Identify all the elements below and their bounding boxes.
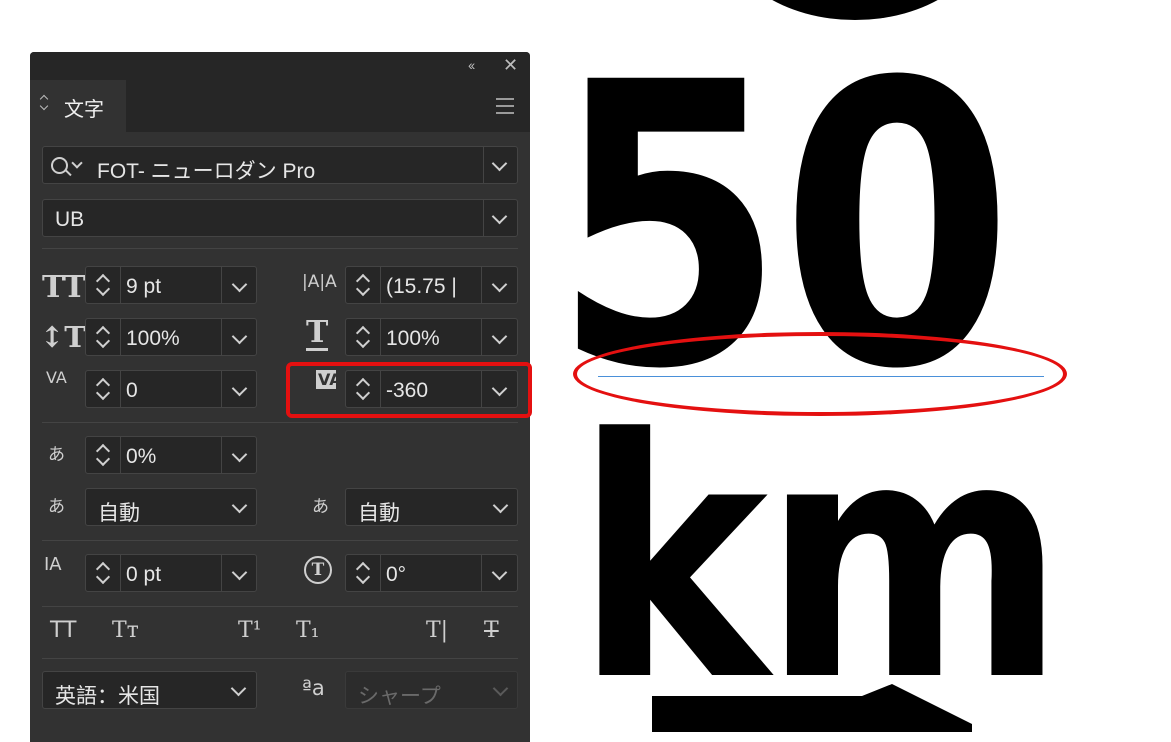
chevron-down-icon[interactable] [231, 380, 248, 397]
baseline-shift-value[interactable]: 0 pt [126, 563, 216, 587]
stepper[interactable] [346, 555, 381, 591]
antialias-icon: ªa [302, 676, 325, 700]
stepper[interactable] [86, 371, 121, 407]
close-icon[interactable]: ✕ [503, 55, 518, 76]
chevron-down-icon[interactable] [231, 276, 248, 293]
strikethrough-button[interactable]: T [484, 618, 499, 643]
underline-button[interactable]: T| [426, 618, 448, 643]
subscript-button[interactable]: T₁ [296, 618, 320, 643]
separator [481, 319, 482, 355]
aki-left-icon: あ [48, 497, 65, 517]
divider [42, 248, 518, 249]
separator [481, 555, 482, 591]
font-style-value: UB [55, 208, 85, 231]
tab-expand-icon[interactable] [39, 94, 49, 111]
chevron-down-icon [492, 680, 509, 697]
font-size-value[interactable]: 9 pt [126, 275, 216, 299]
horizontal-scale-field[interactable]: 100% [345, 318, 518, 356]
font-family-value: FOT- ニューロダン Pro [97, 160, 316, 183]
chevron-down-icon[interactable] [491, 564, 508, 581]
leading-icon: |A|A [302, 272, 337, 292]
baseline-shift-field[interactable]: 0 pt [85, 554, 257, 592]
superscript-button[interactable]: T¹ [238, 618, 262, 643]
tsume-icon: あ [48, 445, 65, 465]
stepper[interactable] [86, 319, 121, 355]
chevron-down-icon [492, 497, 509, 514]
tab-label: 文字 [64, 99, 104, 121]
rotation-value[interactable]: 0° [386, 563, 476, 587]
search-icon [51, 157, 68, 174]
aki-right-icon: あ [312, 497, 329, 517]
chevron-down-icon [71, 157, 83, 169]
chevron-down-icon [491, 155, 508, 172]
annotation-highlight-box [286, 362, 532, 418]
chevron-down-icon[interactable] [491, 276, 508, 293]
divider [42, 422, 518, 423]
artboard-canvas[interactable]: 50 km [530, 0, 1171, 732]
vertical-scale-value[interactable]: 100% [126, 327, 216, 351]
divider [42, 606, 518, 607]
canvas-text-km[interactable]: km [575, 396, 1065, 726]
aki-left-value: 自動 [98, 502, 140, 525]
panel-titlebar: ‹‹ ✕ [30, 52, 530, 80]
divider [42, 658, 518, 659]
font-size-icon: TT [42, 270, 86, 305]
separator [221, 437, 222, 473]
chevron-down-icon[interactable] [231, 446, 248, 463]
leading-field[interactable]: (15.75 | [345, 266, 518, 304]
aki-right-value: 自動 [358, 502, 400, 525]
separator [483, 147, 484, 183]
kerning-field[interactable]: 0 [85, 370, 257, 408]
rotation-field[interactable]: 0° [345, 554, 518, 592]
character-panel: ‹‹ ✕ 文字 FOT- ニューロダン Pro UB TT 9 pt |A|A … [30, 52, 532, 742]
panel-tabstrip: 文字 [30, 80, 530, 132]
chevron-down-icon[interactable] [491, 328, 508, 345]
stepper[interactable] [346, 319, 381, 355]
rotation-icon: T [304, 556, 332, 584]
antialias-value: シャープ [358, 685, 441, 708]
chevron-down-icon [491, 208, 508, 225]
horizontal-scale-value[interactable]: 100% [386, 327, 476, 351]
tsume-field[interactable]: 0% [85, 436, 257, 474]
separator [221, 555, 222, 591]
small-caps-button[interactable]: Tт [112, 618, 139, 643]
annotation-ellipse [573, 332, 1067, 416]
kerning-icon: VA [46, 368, 67, 387]
stepper[interactable] [86, 267, 121, 303]
separator [481, 267, 482, 303]
all-caps-button[interactable]: TT [50, 618, 77, 643]
separator [221, 371, 222, 407]
separator [221, 319, 222, 355]
font-family-dropdown[interactable]: FOT- ニューロダン Pro [42, 146, 518, 184]
vertical-scale-field[interactable]: 100% [85, 318, 257, 356]
font-style-dropdown[interactable]: UB [42, 199, 518, 237]
collapse-icon[interactable]: ‹‹ [468, 57, 475, 73]
kerning-value[interactable]: 0 [126, 379, 216, 403]
baseline-shift-icon: IA [44, 554, 62, 575]
antialias-dropdown: シャープ [345, 671, 518, 709]
panel-menu-icon[interactable] [496, 98, 514, 119]
tsume-value[interactable]: 0% [126, 445, 216, 469]
leading-value[interactable]: (15.75 | [386, 275, 478, 299]
chevron-down-icon[interactable] [231, 328, 248, 345]
stepper[interactable] [346, 267, 381, 303]
separator [221, 267, 222, 303]
chevron-down-icon[interactable] [231, 564, 248, 581]
stepper[interactable] [86, 555, 121, 591]
stepper[interactable] [86, 437, 121, 473]
chevron-down-icon [230, 680, 247, 697]
language-dropdown[interactable]: 英語：米国 [42, 671, 257, 709]
chevron-down-icon [231, 497, 248, 514]
separator [483, 200, 484, 236]
tab-character[interactable]: 文字 [30, 80, 126, 132]
language-value: 英語：米国 [55, 685, 160, 708]
aki-left-dropdown[interactable]: 自動 [85, 488, 257, 526]
horizontal-scale-icon: T [306, 315, 329, 351]
vertical-scale-icon: ↕T [40, 320, 86, 354]
aki-right-dropdown[interactable]: 自動 [345, 488, 518, 526]
divider [42, 540, 518, 541]
font-size-field[interactable]: 9 pt [85, 266, 257, 304]
